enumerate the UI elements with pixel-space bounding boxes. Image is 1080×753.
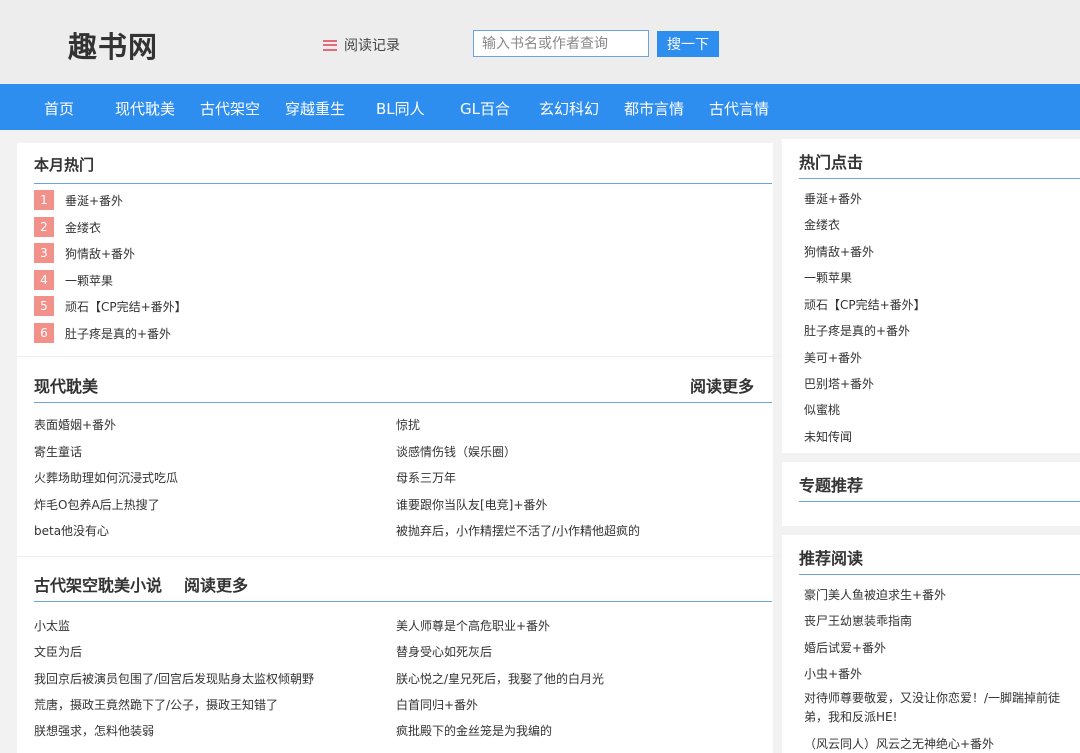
rank-title[interactable]: 肚子疼是真的+番外 <box>65 325 171 342</box>
nav-item-home[interactable]: 首页 <box>44 98 74 119</box>
rank-badge: 4 <box>34 270 54 290</box>
ancient-header: 古代架空耽美小说 阅读更多 <box>34 572 772 602</box>
rank-row[interactable]: 3 狗情敌+番外 <box>34 243 135 263</box>
rank-badge: 6 <box>34 323 54 343</box>
recommend-header: 推荐阅读 <box>799 545 1080 575</box>
modern-title: 现代耽美 <box>34 377 99 396</box>
recommend-link[interactable]: 丧尸王幼崽装乖指南 <box>804 612 912 629</box>
recommend-panel: 推荐阅读 豪门美人鱼被迫求生+番外 丧尸王幼崽装乖指南 婚后试爱+番外 小虫+番… <box>782 535 1080 753</box>
nav-item-urban[interactable]: 都市言情 <box>624 98 684 119</box>
site-logo[interactable]: 趣书网 <box>68 24 158 66</box>
list-icon <box>323 39 337 51</box>
book-link[interactable]: 被抛弃后，小作精摆烂不活了/小作精他超疯的 <box>396 522 640 539</box>
main-panel: 本月热门 1 垂涎+番外 2 金缕衣 3 狗情敌+番外 4 一颗苹果 5 顽石【… <box>17 143 790 753</box>
rank-title[interactable]: 狗情敌+番外 <box>65 245 135 262</box>
topics-panel: 专题推荐 <box>782 462 1080 526</box>
book-link[interactable]: 白首同归+番外 <box>396 696 478 713</box>
hot-clicks-panel: 热门点击 垂涎+番外 金缕衣 狗情敌+番外 一颗苹果 顽石【CP完结+番外】 肚… <box>782 139 1080 453</box>
book-link[interactable]: 谁要跟你当队友[电竞]+番外 <box>396 496 547 513</box>
recommend-link[interactable]: 婚后试爱+番外 <box>804 639 886 656</box>
hot-clicks-title: 热门点击 <box>799 153 864 172</box>
book-link[interactable]: 美人师尊是个高危职业+番外 <box>396 617 550 634</box>
rank-row[interactable]: 4 一颗苹果 <box>34 270 113 290</box>
hot-click-link[interactable]: 美可+番外 <box>804 349 862 366</box>
hot-click-link[interactable]: 顽石【CP完结+番外】 <box>804 296 926 313</box>
hot-click-link[interactable]: 巴别塔+番外 <box>804 375 874 392</box>
book-link[interactable]: 惊扰 <box>396 416 420 433</box>
book-link[interactable]: beta他没有心 <box>34 522 109 539</box>
ancient-more-link[interactable]: 阅读更多 <box>184 572 248 596</box>
reading-history-label: 阅读记录 <box>344 38 400 54</box>
search-button[interactable]: 搜一下 <box>657 31 719 57</box>
hot-click-link[interactable]: 肚子疼是真的+番外 <box>804 322 910 339</box>
rank-row[interactable]: 6 肚子疼是真的+番外 <box>34 323 171 343</box>
rank-row[interactable]: 5 顽石【CP完结+番外】 <box>34 296 187 316</box>
reading-history-link[interactable]: 阅读记录 <box>323 35 400 55</box>
rank-title[interactable]: 金缕衣 <box>65 219 101 236</box>
nav-item-bl[interactable]: BL同人 <box>376 98 425 119</box>
search-input[interactable] <box>473 30 649 57</box>
book-link[interactable]: 朕想强求，怎料他装弱 <box>34 722 154 739</box>
rank-badge: 3 <box>34 243 54 263</box>
rank-row[interactable]: 2 金缕衣 <box>34 217 101 237</box>
nav-item-rebirth[interactable]: 穿越重生 <box>285 98 345 119</box>
rank-badge: 2 <box>34 217 54 237</box>
recommend-link[interactable]: 小虫+番外 <box>804 665 862 682</box>
hot-click-link[interactable]: 一颗苹果 <box>804 269 852 286</box>
book-link[interactable]: 寄生童话 <box>34 443 82 460</box>
ancient-title: 古代架空耽美小说 <box>34 576 163 595</box>
nav-item-ancient-romance[interactable]: 古代言情 <box>709 98 769 119</box>
rank-badge: 1 <box>34 190 54 210</box>
site-header: 趣书网 阅读记录 搜一下 <box>0 0 1080 84</box>
topics-title: 专题推荐 <box>799 476 864 495</box>
hot-clicks-header: 热门点击 <box>799 149 1080 179</box>
book-link[interactable]: 荒唐，摄政王竟然跪下了/公子，摄政王知错了 <box>34 696 278 713</box>
recommend-link[interactable]: 对待师尊要敬爱，又没让你恋爱！/一脚踹掉前徒弟，我和反派HE! <box>804 689 1066 727</box>
book-link[interactable]: 表面婚姻+番外 <box>34 416 116 433</box>
monthly-hot-title: 本月热门 <box>34 156 95 174</box>
monthly-hot-header: 本月热门 <box>34 154 772 184</box>
rank-title[interactable]: 顽石【CP完结+番外】 <box>65 298 187 315</box>
book-link[interactable]: 朕心悦之/皇兄死后，我娶了他的白月光 <box>396 670 604 687</box>
hot-click-link[interactable]: 金缕衣 <box>804 216 840 233</box>
section-divider <box>17 356 790 357</box>
book-link[interactable]: 谈感情伤钱（娱乐圈） <box>396 443 516 460</box>
rank-title[interactable]: 一颗苹果 <box>65 272 113 289</box>
recommend-link[interactable]: 豪门美人鱼被迫求生+番外 <box>804 586 946 603</box>
modern-header: 现代耽美 阅读更多 <box>34 373 772 403</box>
recommend-link[interactable]: （风云同人）风云之无神绝心+番外 <box>804 735 994 752</box>
book-link[interactable]: 火葬场助理如何沉浸式吃瓜 <box>34 469 178 486</box>
book-link[interactable]: 疯批殿下的金丝笼是为我编的 <box>396 722 552 739</box>
hot-click-link[interactable]: 似蜜桃 <box>804 401 840 418</box>
topics-header: 专题推荐 <box>799 472 1080 502</box>
nav-item-modern[interactable]: 现代耽美 <box>115 98 175 119</box>
nav-item-fantasy[interactable]: 玄幻科幻 <box>539 98 599 119</box>
rank-title[interactable]: 垂涎+番外 <box>65 192 123 209</box>
section-divider <box>17 556 790 557</box>
book-link[interactable]: 母系三万年 <box>396 469 456 486</box>
nav-item-gl[interactable]: GL百合 <box>460 98 510 119</box>
book-link[interactable]: 文臣为后 <box>34 643 82 660</box>
hot-click-link[interactable]: 狗情敌+番外 <box>804 243 874 260</box>
book-link[interactable]: 炸毛O包养A后上热搜了 <box>34 496 160 513</box>
hot-click-link[interactable]: 垂涎+番外 <box>804 190 862 207</box>
book-link[interactable]: 替身受心如死灰后 <box>396 643 492 660</box>
recommend-title: 推荐阅读 <box>799 549 864 568</box>
modern-more-link[interactable]: 阅读更多 <box>690 373 754 397</box>
rank-badge: 5 <box>34 296 54 316</box>
main-nav: 首页 现代耽美 古代架空 穿越重生 BL同人 GL百合 玄幻科幻 都市言情 古代… <box>0 84 1080 130</box>
rank-row[interactable]: 1 垂涎+番外 <box>34 190 123 210</box>
nav-item-ancient[interactable]: 古代架空 <box>200 98 260 119</box>
hot-click-link[interactable]: 未知传闻 <box>804 428 852 445</box>
book-link[interactable]: 我回京后被演员包围了/回宫后发现贴身太监权倾朝野 <box>34 670 314 687</box>
book-link[interactable]: 小太监 <box>34 617 70 634</box>
